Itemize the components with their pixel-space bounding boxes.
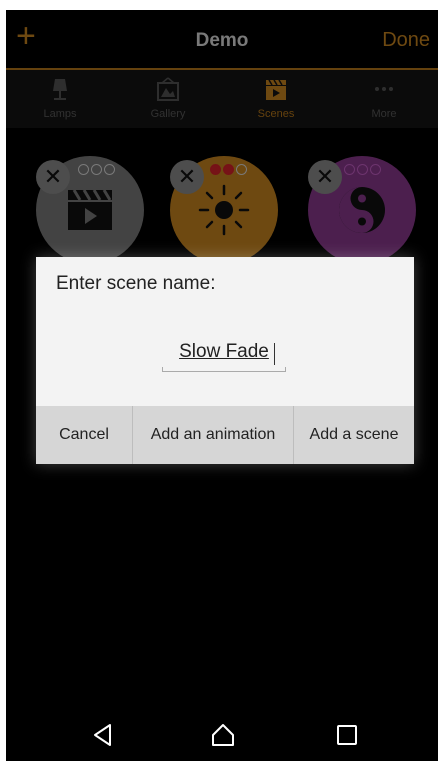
add-scene-button[interactable]: Add a scene — [294, 406, 414, 464]
dialog-title: Enter scene name: — [56, 273, 216, 294]
app-screen: + Demo Done Lamps Gallery Scenes More ✕ … — [6, 10, 438, 761]
dialog-button-bar: Cancel Add an animation Add a scene — [36, 406, 414, 464]
back-icon[interactable] — [90, 722, 116, 748]
cancel-button[interactable]: Cancel — [36, 406, 133, 464]
recent-apps-icon[interactable] — [334, 722, 360, 748]
home-icon[interactable] — [210, 722, 236, 748]
text-cursor — [274, 343, 275, 365]
scene-name-dialog: Enter scene name: Cancel Add an animatio… — [36, 257, 414, 464]
system-nav-bar — [6, 710, 438, 761]
scene-name-input[interactable] — [162, 341, 286, 363]
scene-name-field — [162, 339, 286, 372]
add-animation-button[interactable]: Add an animation — [133, 406, 294, 464]
